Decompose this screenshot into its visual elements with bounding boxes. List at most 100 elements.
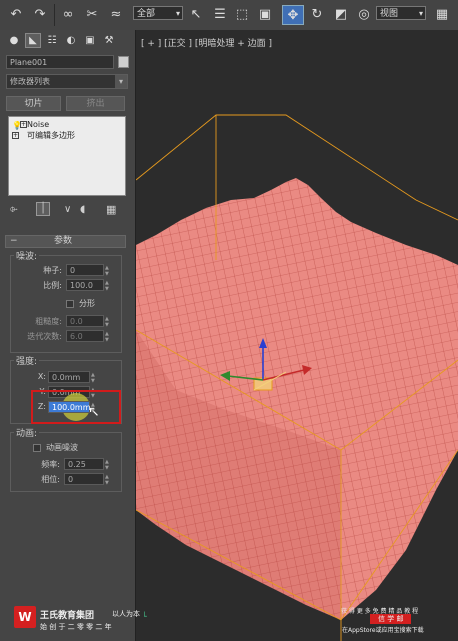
strength-z-spinner[interactable]: 100.0mm ▲ ▼ xyxy=(48,401,95,414)
selection-filter-dropdown[interactable]: 全部 ▾ xyxy=(133,6,183,20)
roughness-label: 粗糙度: xyxy=(35,317,62,326)
rotate-tool-icon[interactable]: ↻ xyxy=(307,5,327,23)
spinner-arrows-icon[interactable]: ▲ ▼ xyxy=(105,280,112,292)
spinner-arrows-icon[interactable]: ▲ ▼ xyxy=(105,265,112,277)
chevron-down-icon: ▾ xyxy=(175,9,180,18)
viewport-label[interactable]: [ + ] [正交 ] [明暗处理 + 边面 ] xyxy=(141,36,272,49)
animate-noise-label: 动画噪波 xyxy=(46,443,78,452)
spinner-arrows-icon[interactable]: ▲ ▼ xyxy=(105,331,112,343)
frequency-spinner[interactable]: 0.25 ▲ ▼ xyxy=(64,458,109,471)
object-color-swatch[interactable] xyxy=(118,56,129,68)
redo-icon[interactable]: ↷ xyxy=(30,5,50,23)
roughness-value: 0.0 xyxy=(70,317,83,326)
extrude-button[interactable]: 挤出 xyxy=(66,96,125,111)
watermark-slogan: 以人为本 xyxy=(112,610,140,618)
phase-spinner[interactable]: 0 ▲ ▼ xyxy=(64,473,109,486)
phase-value: 0 xyxy=(68,475,74,484)
chevron-down-icon: ▾ xyxy=(418,9,423,18)
watermark-company: 王氏教育集团 xyxy=(40,611,95,621)
toolbar-separator xyxy=(54,4,55,26)
remove-modifier-icon[interactable]: ◖ xyxy=(80,204,85,215)
motion-tab-icon[interactable]: ◐ xyxy=(63,33,79,48)
strength-x-value: 0.0mm xyxy=(52,373,81,382)
select-by-name-icon[interactable]: ☰ xyxy=(210,5,230,23)
strength-group-title: 强度: xyxy=(14,354,40,367)
frequency-value: 0.25 xyxy=(68,460,86,469)
collapse-icon: − xyxy=(10,236,18,246)
select-object-icon[interactable]: ↖ xyxy=(186,5,206,23)
link-icon[interactable]: ∞ xyxy=(58,5,78,23)
watermark-promo-bottom: 在AppStore或应用宝搜索下载 xyxy=(342,627,424,634)
iterations-spinner[interactable]: 6.0 ▲ ▼ xyxy=(66,330,109,343)
parameters-rollout-header[interactable]: − 参数 xyxy=(5,235,126,248)
expand-icon[interactable]: + xyxy=(12,132,19,139)
noise-plane-mesh xyxy=(136,114,458,641)
axis-tripod-icon: └ xyxy=(142,612,147,621)
strength-z-value: 100.0mm xyxy=(52,403,91,412)
window-crossing-icon[interactable]: ▣ xyxy=(255,5,275,23)
viewport-front[interactable]: [ + ] [正交 ] [明暗处理 + 边面 ] xyxy=(136,30,458,641)
seed-label: 种子: xyxy=(43,266,62,275)
scale-tool-icon[interactable]: ◩ xyxy=(331,5,351,23)
configure-modifier-sets-icon[interactable]: ▦ xyxy=(106,203,116,216)
company-logo: W xyxy=(14,606,36,628)
chevron-down-icon: ▾ xyxy=(115,75,127,88)
main-toolbar: ↶ ↷ ∞ ✂ ≈ 全部 ▾ ↖ ☰ ⬚ ▣ ✥ ↻ ◩ ◎ 视图 ▾ ▦ xyxy=(0,0,458,31)
rollout-title: 参数 xyxy=(54,236,73,246)
scale-label: 比例: xyxy=(43,281,62,290)
rectangular-selection-icon[interactable]: ⬚ xyxy=(232,5,252,23)
frequency-label: 频率: xyxy=(41,460,60,469)
selection-filter-value: 全部 xyxy=(137,9,156,19)
slice-button[interactable]: 切片 xyxy=(6,96,61,111)
spinner-arrows-icon[interactable]: ▲ ▼ xyxy=(91,372,98,384)
strength-x-spinner[interactable]: 0.0mm ▲ ▼ xyxy=(48,371,95,384)
iterations-label: 迭代次数: xyxy=(27,332,62,341)
hierarchy-tab-icon[interactable]: ☷ xyxy=(44,33,60,48)
modifier-stack: 💡 + Noise + 可编辑多边形 xyxy=(8,116,126,196)
watermark-sub: 始 创 于 二 零 零 二 年 xyxy=(40,623,112,631)
stack-toolbar: ⌱ │ ∨ ◖ ▦ xyxy=(8,202,126,218)
move-tool-icon[interactable]: ✥ xyxy=(282,5,304,25)
modifier-list-dropdown[interactable]: 修改器列表 ▾ xyxy=(6,74,128,89)
ref-coord-dropdown[interactable]: 视图 ▾ xyxy=(376,6,426,20)
bind-space-warp-icon[interactable]: ≈ xyxy=(106,5,126,23)
noise-group-title: 噪波: xyxy=(14,249,40,262)
spinner-arrows-icon[interactable]: ▲ ▼ xyxy=(105,474,112,486)
stack-item-label: 可编辑多边形 xyxy=(27,131,75,140)
fractal-checkbox[interactable] xyxy=(66,300,74,308)
create-tab-icon[interactable]: ● xyxy=(6,33,22,48)
seed-spinner[interactable]: 0 ▲ ▼ xyxy=(66,264,109,277)
scale-value: 100.0 xyxy=(70,281,93,290)
animation-group-title: 动画: xyxy=(14,426,40,439)
command-panel: ● ◣ ☷ ◐ ▣ ⚒ Plane001 修改器列表 ▾ 切片 挤出 💡 + N… xyxy=(0,30,136,641)
watermark-app-name: 信 学 邮 xyxy=(370,614,412,624)
roughness-spinner[interactable]: 0.0 ▲ ▼ xyxy=(66,315,109,328)
seed-value: 0 xyxy=(70,266,76,275)
ref-coord-globe-icon[interactable]: ◎ xyxy=(354,5,374,23)
unlink-icon[interactable]: ✂ xyxy=(82,5,102,23)
object-name-field[interactable]: Plane001 xyxy=(6,55,114,69)
spinner-arrows-icon[interactable]: ▲ ▼ xyxy=(105,459,112,471)
modify-tab-icon[interactable]: ◣ xyxy=(25,33,41,48)
display-tab-icon[interactable]: ▣ xyxy=(82,33,98,48)
make-unique-icon[interactable]: ∨ xyxy=(64,204,71,215)
pivot-center-icon[interactable]: ▦ xyxy=(432,5,452,23)
fractal-label: 分形 xyxy=(79,299,95,308)
phase-label: 相位: xyxy=(41,475,60,484)
spinner-arrows-icon[interactable]: ▲ ▼ xyxy=(105,316,112,328)
spinner-arrows-icon[interactable]: ▲ ▼ xyxy=(91,402,98,414)
scale-spinner[interactable]: 100.0 ▲ ▼ xyxy=(66,279,109,292)
iterations-value: 6.0 xyxy=(70,332,83,341)
strength-x-label: X: xyxy=(37,372,46,381)
stack-item-editable-poly[interactable]: + 可编辑多边形 xyxy=(9,130,125,141)
ref-coord-value: 视图 xyxy=(380,9,399,19)
modifier-list-value: 修改器列表 xyxy=(10,77,50,86)
expand-icon[interactable]: + xyxy=(20,121,27,128)
animate-noise-checkbox[interactable] xyxy=(33,444,41,452)
undo-icon[interactable]: ↶ xyxy=(6,5,26,23)
stack-item-label: Noise xyxy=(27,120,50,129)
stack-item-noise[interactable]: 💡 + Noise xyxy=(9,119,125,130)
show-end-result-icon[interactable]: │ xyxy=(36,202,50,216)
pin-stack-icon[interactable]: ⌱ xyxy=(10,204,18,215)
utilities-tab-icon[interactable]: ⚒ xyxy=(101,33,117,48)
